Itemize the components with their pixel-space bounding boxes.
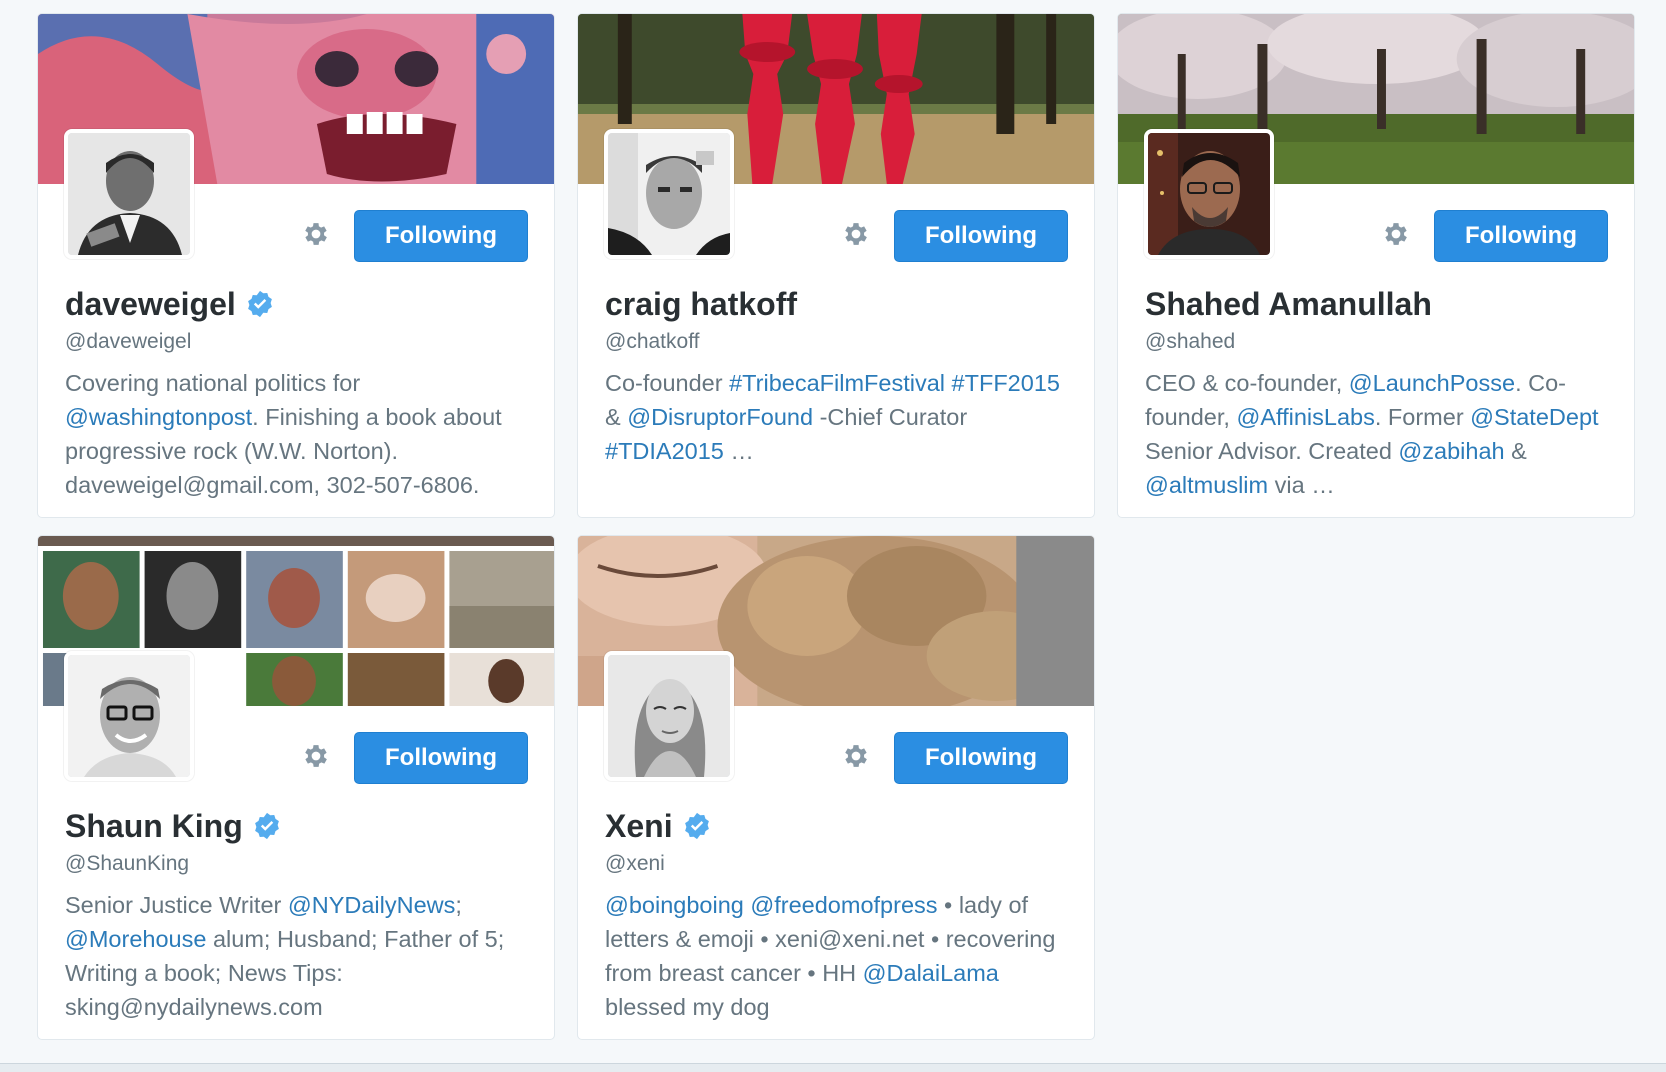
profile-card-grid: Following daveweigel @daveweigel Coverin… <box>0 0 1666 1072</box>
name-row: daveweigel <box>65 284 275 324</box>
bio-text: Co-founder <box>605 370 730 396</box>
avatar[interactable] <box>604 129 734 259</box>
gear-icon[interactable] <box>841 219 871 249</box>
screen-name[interactable]: @xeni <box>605 852 665 876</box>
bio-text: . Former <box>1374 404 1471 430</box>
bio-text: Senior Advisor. Created <box>1145 438 1399 464</box>
profile-card-xeni: Following Xeni @xeni @boingboing @freedo… <box>577 535 1095 1040</box>
bio-link[interactable]: #TDIA2015 <box>605 438 724 464</box>
bio-link[interactable]: @freedomofpress <box>750 892 937 918</box>
following-button[interactable]: Following <box>354 732 528 784</box>
name-row: Shaun King <box>65 806 282 846</box>
avatar[interactable] <box>64 651 194 781</box>
profile-bio: @boingboing @freedomofpress • lady of le… <box>605 888 1075 1024</box>
bio-link[interactable]: @washingtonpost <box>65 404 252 430</box>
screen-name[interactable]: @chatkoff <box>605 330 699 354</box>
avatar[interactable] <box>64 129 194 259</box>
following-button[interactable]: Following <box>1434 210 1608 262</box>
bio-link[interactable]: #TFF2015 <box>952 370 1060 396</box>
bio-text: -Chief Curator <box>813 404 968 430</box>
bio-link[interactable]: @zabihah <box>1398 438 1504 464</box>
bio-link[interactable]: @DisruptorFound <box>627 404 813 430</box>
bottom-divider <box>0 1063 1666 1072</box>
display-name[interactable]: Xeni <box>605 808 673 845</box>
profile-card-daveweigel: Following daveweigel @daveweigel Coverin… <box>37 13 555 518</box>
profile-card-shaunking: Following Shaun King @ShaunKing Senior J… <box>37 535 555 1040</box>
bio-text: blessed my dog <box>605 994 770 1020</box>
display-name[interactable]: daveweigel <box>65 286 236 323</box>
bio-text: Covering national politics for <box>65 370 361 396</box>
bio-link[interactable]: @LaunchPosse <box>1349 370 1515 396</box>
verified-badge-icon <box>245 289 275 319</box>
gear-icon[interactable] <box>1381 219 1411 249</box>
screen-name[interactable]: @ShaunKing <box>65 852 189 876</box>
bio-text: & <box>1504 438 1527 464</box>
bio-link[interactable]: #TribecaFilmFestival <box>729 370 945 396</box>
profile-bio: Co-founder #TribecaFilmFestival #TFF2015… <box>605 366 1075 468</box>
bio-link[interactable]: @altmuslim <box>1145 472 1268 498</box>
screen-name[interactable]: @shahed <box>1145 330 1235 354</box>
bio-text: CEO & co-founder, <box>1145 370 1349 396</box>
profile-card-shahed: Following Shahed Amanullah @shahed CEO &… <box>1117 13 1635 518</box>
bio-link[interactable]: @NYDailyNews <box>288 892 456 918</box>
avatar[interactable] <box>604 651 734 781</box>
bio-text: … <box>723 438 754 464</box>
following-button[interactable]: Following <box>894 210 1068 262</box>
display-name[interactable]: craig hatkoff <box>605 286 797 323</box>
bio-text: via … <box>1268 472 1335 498</box>
bio-text: ; <box>455 892 462 918</box>
verified-badge-icon <box>252 811 282 841</box>
avatar[interactable] <box>1144 129 1274 259</box>
gear-icon[interactable] <box>301 741 331 771</box>
profile-bio: Covering national politics for @washingt… <box>65 366 535 502</box>
gear-icon[interactable] <box>301 219 331 249</box>
name-row: craig hatkoff <box>605 284 797 324</box>
display-name[interactable]: Shahed Amanullah <box>1145 286 1432 323</box>
bio-link[interactable]: @StateDept <box>1470 404 1598 430</box>
bio-link[interactable]: @Morehouse <box>65 926 206 952</box>
screen-name[interactable]: @daveweigel <box>65 330 191 354</box>
bio-link[interactable]: @DalaiLama <box>863 960 999 986</box>
bio-link[interactable]: @AffinisLabs <box>1236 404 1374 430</box>
bio-text: Senior Justice Writer <box>65 892 288 918</box>
verified-badge-icon <box>682 811 712 841</box>
display-name[interactable]: Shaun King <box>65 808 243 845</box>
gear-icon[interactable] <box>841 741 871 771</box>
profile-card-chatkoff: Following craig hatkoff @chatkoff Co-fou… <box>577 13 1095 518</box>
bio-link[interactable]: @boingboing <box>605 892 744 918</box>
following-button[interactable]: Following <box>894 732 1068 784</box>
profile-bio: Senior Justice Writer @NYDailyNews; @Mor… <box>65 888 535 1024</box>
name-row: Xeni <box>605 806 712 846</box>
name-row: Shahed Amanullah <box>1145 284 1432 324</box>
bio-text: & <box>605 404 628 430</box>
profile-bio: CEO & co-founder, @LaunchPosse. Co-found… <box>1145 366 1615 502</box>
following-button[interactable]: Following <box>354 210 528 262</box>
